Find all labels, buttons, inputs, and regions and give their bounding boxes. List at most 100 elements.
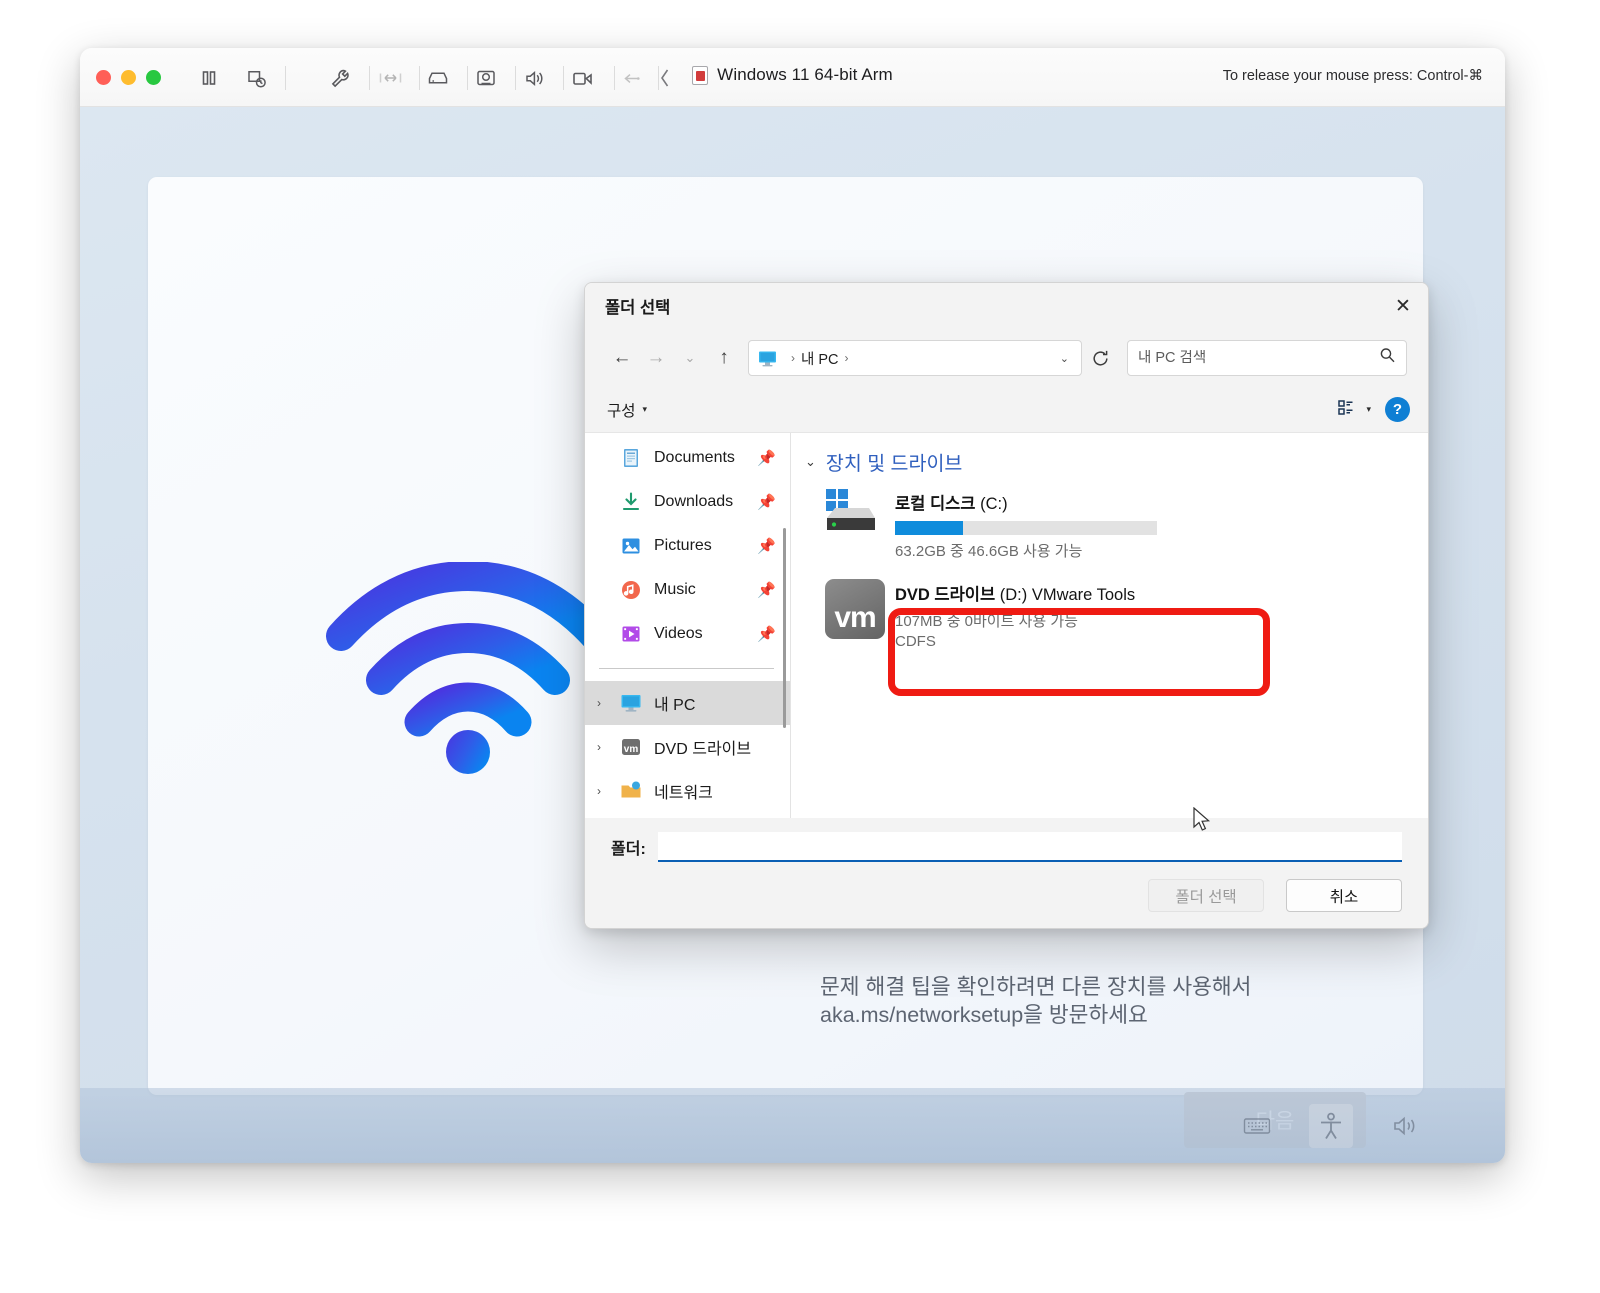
dialog-navbar: ← → ⌄ ↑ › 내 PC › ⌄ 내 PC 검색 [585,329,1428,387]
chevron-right-icon[interactable]: › [597,784,619,798]
breadcrumb-this-pc[interactable]: 내 PC [801,348,839,369]
this-pc-icon [619,691,643,715]
sidebar-item-label: Downloads [654,493,734,510]
drive-usage-bar-fill [895,521,964,535]
folder-select-dialog: 폴더 선택 ✕ ← → ⌄ ↑ › 내 PC › ⌄ 내 PC 검색 구성 ▾ … [584,282,1429,929]
window-title-text: Windows 11 64-bit Arm [717,65,893,84]
music-icon [619,578,643,602]
sidebar-item-label: Music [654,581,696,598]
sidebar-item-label: Documents [654,449,735,466]
search-icon[interactable] [1379,347,1396,369]
address-bar[interactable]: › 내 PC › ⌄ [748,340,1082,376]
wifi-icon [323,560,613,777]
sidebar-item-pictures[interactable]: Pictures 📌 [585,524,790,568]
pictures-icon [619,534,643,558]
chevron-down-icon[interactable]: ⌄ [805,454,816,470]
back-button[interactable]: ← [605,341,639,375]
drive-name: DVD 드라이브 (D:) VMware Tools [895,586,1136,604]
view-options-button[interactable]: ▾ [1337,398,1371,422]
accessibility-icon[interactable] [1309,1103,1353,1148]
pin-icon[interactable]: 📌 [757,537,776,555]
drive-capacity-text: 63.2GB 중 46.6GB 사용 가능 [895,543,1083,560]
oobe-help-line-1: 문제 해결 팁을 확인하려면 다른 장치를 사용해서 [820,975,1252,999]
navigation-pane: Documents 📌 Downloads 📌 Pictures 📌 Music… [585,433,790,818]
pin-icon[interactable]: 📌 [757,625,776,643]
breadcrumb-sep-1: › [791,351,795,365]
sidebar-divider [599,668,774,669]
refresh-icon[interactable] [1082,340,1118,376]
guest-taskbar [80,1088,1505,1163]
pin-icon[interactable]: 📌 [757,581,776,599]
sidebar-item-music[interactable]: Music 📌 [585,568,790,612]
view-list-icon [1337,398,1356,422]
sidebar-item-label: 내 PC [654,697,696,714]
network-folder-icon [619,779,643,803]
close-icon[interactable]: ✕ [1378,283,1428,329]
help-icon[interactable]: ? [1385,397,1410,422]
cancel-button[interactable]: 취소 [1286,879,1402,912]
sidebar-item-downloads[interactable]: Downloads 📌 [585,480,790,524]
navigation-pane-scrollbar[interactable] [783,528,786,728]
dialog-button-row: 폴더 선택 취소 [611,879,1402,912]
dialog-body: Documents 📌 Downloads 📌 Pictures 📌 Music… [585,433,1428,818]
volume-icon[interactable] [1383,1104,1427,1148]
windows-hard-disk-icon [825,488,885,540]
content-pane: ⌄ 장치 및 드라이브 로컬 디스크 (C:) 63.2GB 중 46.6GB … [791,433,1428,818]
vm-logo-text: vm [825,579,885,639]
vmware-window: Windows 11 64-bit Arm To release your mo… [80,48,1505,1163]
drive-item-local-disk-c[interactable]: 로컬 디스크 (C:) 63.2GB 중 46.6GB 사용 가능 [805,482,1428,567]
sidebar-item-videos[interactable]: Videos 📌 [585,612,790,656]
recent-locations-button[interactable]: ⌄ [673,341,707,375]
guest-screen: 문제 해결 팁을 확인하려면 다른 장치를 사용해서 aka.ms/networ… [80,107,1505,1163]
organize-label: 구성 [607,402,636,420]
sidebar-item-label: 네트워크 [654,785,713,802]
vm-document-icon [692,65,709,85]
this-pc-icon [758,350,777,367]
folder-input[interactable] [657,832,1402,862]
folder-input-row: 폴더: [611,832,1402,862]
drive-usage-bar [895,521,1157,535]
drive-filesystem-text: CDFS [895,633,936,650]
vm-disc-icon: vm [619,735,643,759]
dialog-title: 폴더 선택 [605,299,671,317]
group-header-label: 장치 및 드라이브 [825,453,963,475]
sidebar-item-this-pc[interactable]: › 내 PC [585,681,790,725]
chevron-right-icon[interactable]: › [597,696,619,710]
dialog-titlebar: 폴더 선택 ✕ [585,283,1428,329]
oobe-help-line-2: aka.ms/networksetup을 방문하세요 [820,1002,1148,1027]
drive-item-dvd-drive-d[interactable]: vm DVD 드라이브 (D:) VMware Tools 107MB 중 0바… [805,573,1428,656]
videos-icon [619,622,643,646]
mac-titlebar: Windows 11 64-bit Arm To release your mo… [80,48,1505,107]
sidebar-item-label: Pictures [654,537,712,554]
search-input[interactable] [1138,350,1379,366]
chevron-down-icon: ▾ [642,404,648,414]
oobe-help-text: 문제 해결 팁을 확인하려면 다른 장치를 사용해서 aka.ms/networ… [820,974,1251,1029]
search-input-wrapper[interactable] [1127,340,1407,376]
keyboard-icon[interactable] [1235,1104,1279,1148]
drive-capacity-text: 107MB 중 0바이트 사용 가능 [895,613,1078,630]
folder-label: 폴더: [611,841,646,858]
pin-icon[interactable]: 📌 [757,493,776,511]
pin-icon[interactable]: 📌 [757,449,776,467]
dialog-footer: 폴더: 폴더 선택 취소 [585,818,1428,928]
forward-button[interactable]: → [639,341,673,375]
sidebar-item-documents[interactable]: Documents 📌 [585,436,790,480]
chevron-right-icon[interactable]: › [597,740,619,754]
downloads-icon [619,490,643,514]
sidebar-item-label: DVD 드라이브 [654,741,752,758]
breadcrumb-sep-2: › [844,351,849,365]
up-button[interactable]: ↑ [707,341,741,375]
mouse-cursor [1193,806,1211,838]
group-header-devices-and-drives[interactable]: ⌄ 장치 및 드라이브 [805,447,1428,476]
drive-name: 로컬 디스크 (C:) [895,495,1008,513]
documents-icon [619,446,643,470]
organize-button[interactable]: 구성 ▾ [607,399,647,421]
sidebar-item-network[interactable]: › 네트워크 [585,769,790,813]
sidebar-item-label: Videos [654,625,703,642]
svg-text:vm: vm [624,744,639,755]
select-folder-button[interactable]: 폴더 선택 [1148,879,1264,912]
chevron-down-icon: ▾ [1366,404,1371,414]
chevron-down-icon[interactable]: ⌄ [1054,352,1075,365]
dialog-command-bar: 구성 ▾ ▾ ? [585,387,1428,433]
sidebar-item-dvd-drive[interactable]: › vm DVD 드라이브 [585,725,790,769]
